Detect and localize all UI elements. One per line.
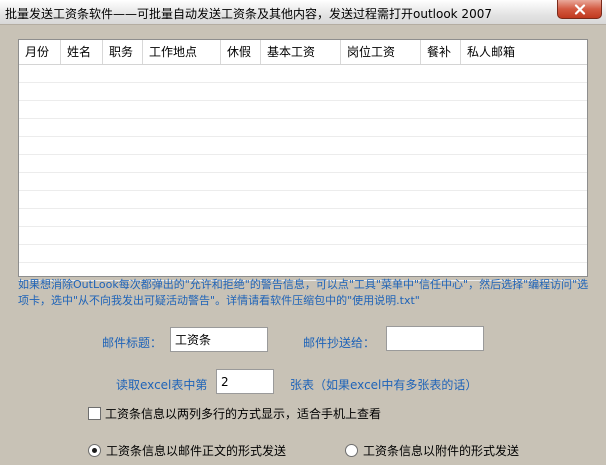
subject-label: 邮件标题：	[102, 336, 163, 350]
table-row	[19, 83, 587, 101]
two-column-label: 工资条信息以两列多行的方式显示，适合手机上查看	[105, 407, 382, 421]
column-header-position[interactable]: 职务	[103, 40, 143, 64]
column-header-meal-allowance[interactable]: 餐补	[421, 40, 461, 64]
table-row	[19, 227, 587, 245]
table-row	[19, 209, 587, 227]
attachment-mode-label: 工资条信息以附件的形式发送	[363, 444, 520, 458]
window-title: 批量发送工资条软件——可批量自动发送工资条及其他内容，发送过程需打开outloo…	[5, 7, 492, 21]
body-mode-option[interactable]: 工资条信息以邮件正文的形式发送	[88, 442, 286, 459]
cc-email-input[interactable]	[386, 326, 484, 351]
table-row	[19, 173, 587, 191]
table-row	[19, 155, 587, 173]
sheet-index-input[interactable]	[216, 369, 274, 394]
grid-header: 月份 姓名 职务 工作地点 休假 基本工资 岗位工资 餐补 私人邮箱	[19, 40, 587, 65]
column-header-leave[interactable]: 休假	[221, 40, 261, 64]
column-header-post-salary[interactable]: 岗位工资	[341, 40, 421, 64]
salary-data-grid[interactable]: 月份 姓名 职务 工作地点 休假 基本工资 岗位工资 餐补 私人邮箱	[18, 39, 588, 281]
table-row	[19, 65, 587, 83]
column-header-work-location[interactable]: 工作地点	[143, 40, 221, 64]
table-row	[19, 119, 587, 137]
title-bar: 批量发送工资条软件——可批量自动发送工资条及其他内容，发送过程需打开outloo…	[0, 0, 606, 25]
column-header-base-salary[interactable]: 基本工资	[261, 40, 341, 64]
sheet-label-prefix: 读取excel表中第	[116, 378, 208, 392]
close-button[interactable]	[557, 0, 602, 19]
attachment-mode-option[interactable]: 工资条信息以附件的形式发送	[345, 442, 519, 459]
body-mode-radio[interactable]	[88, 444, 101, 457]
table-row	[19, 245, 587, 263]
cc-label: 邮件抄送给：	[303, 336, 376, 350]
body-mode-label: 工资条信息以邮件正文的形式发送	[106, 444, 287, 458]
subject-input[interactable]	[170, 327, 268, 352]
sheet-label-suffix: 张表（如果excel中有多张表的话）	[290, 378, 478, 392]
column-header-month[interactable]: 月份	[19, 40, 61, 64]
table-row	[19, 137, 587, 155]
attachment-mode-radio[interactable]	[345, 444, 358, 457]
table-row	[19, 191, 587, 209]
table-row	[19, 101, 587, 119]
column-header-name[interactable]: 姓名	[61, 40, 103, 64]
two-column-checkbox[interactable]	[88, 407, 101, 420]
grid-body	[19, 65, 587, 281]
two-column-option[interactable]: 工资条信息以两列多行的方式显示，适合手机上查看	[88, 405, 381, 422]
outlook-warning-hint: 如果想消除OutLook每次都弹出的"允许和拒绝"的警告信息，可以点"工具"菜单…	[18, 278, 589, 307]
close-icon	[574, 3, 585, 15]
column-header-private-email[interactable]: 私人邮箱	[461, 40, 587, 64]
